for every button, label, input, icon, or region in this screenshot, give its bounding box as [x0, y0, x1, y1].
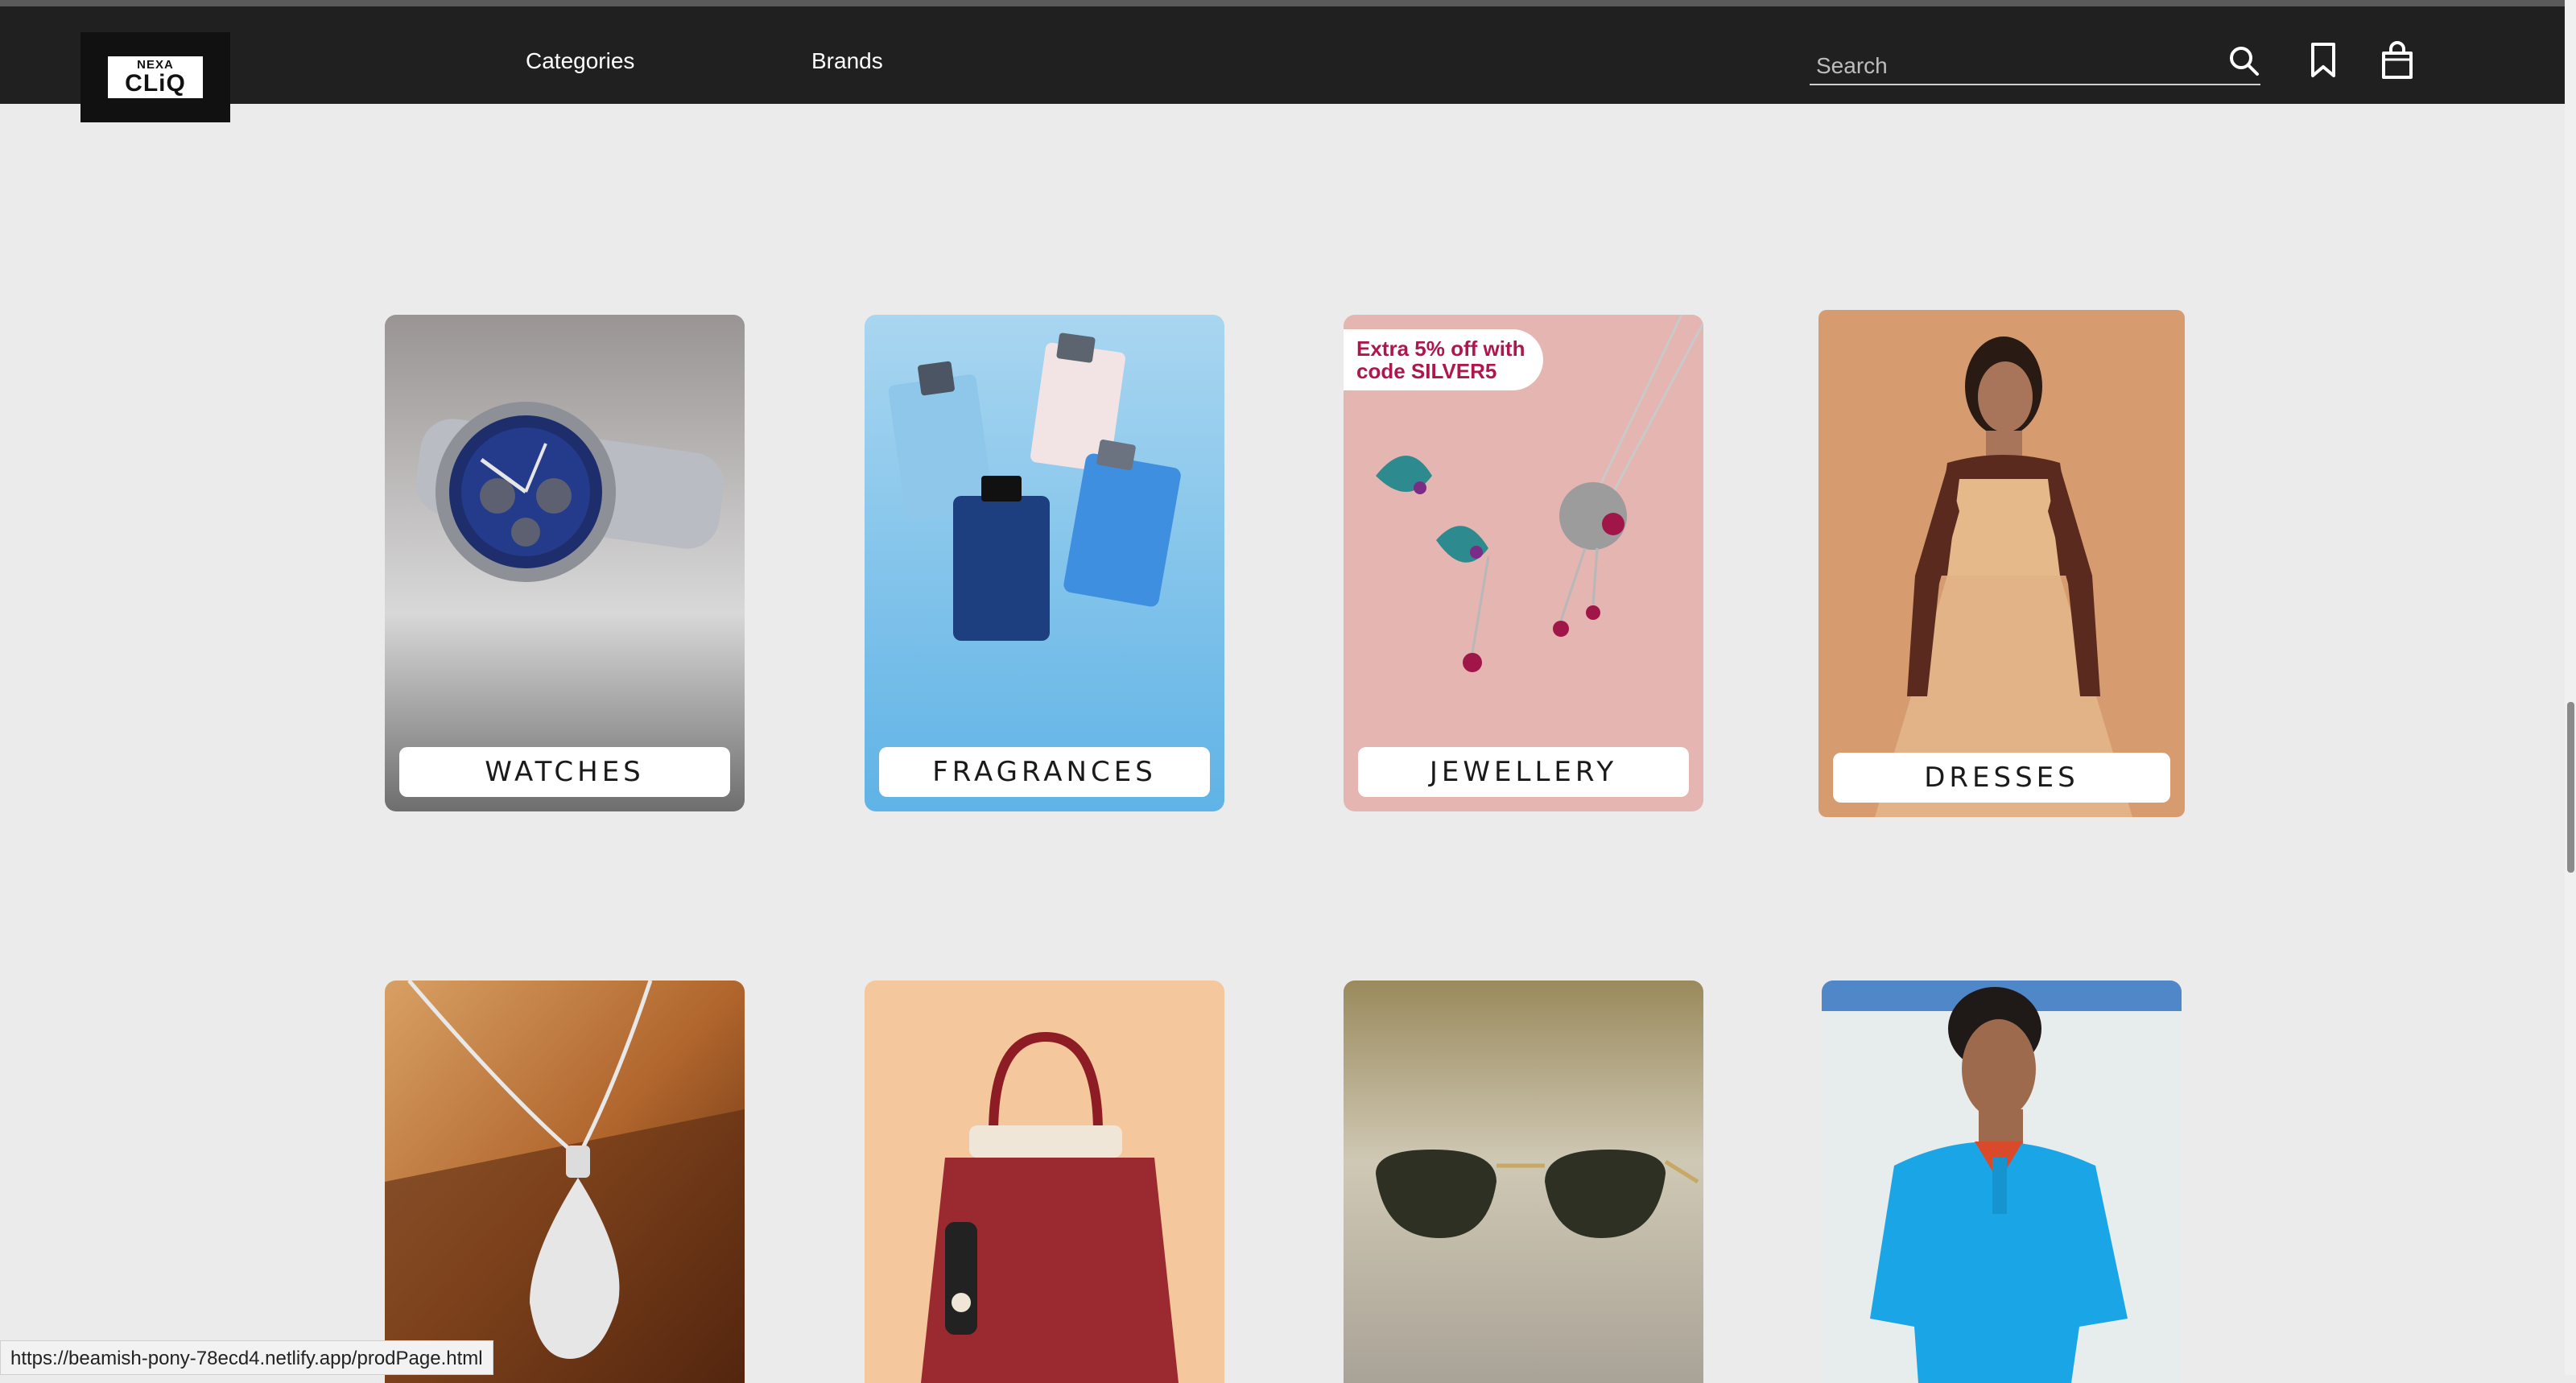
dress-image: [1818, 310, 2185, 817]
category-label-jewellery: JEWELLERY: [1358, 747, 1689, 797]
scrollbar-thumb[interactable]: [2567, 702, 2574, 873]
category-label-fragrances: FRAGRANCES: [879, 747, 1210, 797]
category-card-dresses[interactable]: DRESSES: [1818, 310, 2185, 817]
category-label-dresses: DRESSES: [1833, 753, 2170, 803]
nexa-cliq-logo[interactable]: NEXA CLiQ: [80, 32, 230, 122]
category-card-necklace[interactable]: [385, 980, 745, 1383]
nav-brands-link[interactable]: Brands: [811, 48, 883, 74]
logo-badge: NEXA CLiQ: [105, 54, 205, 101]
promo-badge: Extra 5% off with code SILVER5: [1344, 329, 1543, 390]
shopping-bag-icon[interactable]: [2380, 40, 2415, 81]
category-card-handbags[interactable]: [865, 980, 1224, 1383]
category-card-watches[interactable]: WATCHES: [385, 315, 745, 811]
category-label-watches: WATCHES: [399, 747, 730, 797]
watch-image: [385, 315, 745, 811]
top-navbar: Categories Brands: [0, 6, 2565, 104]
search-bar: [1810, 47, 2260, 85]
status-bar-url: https://beamish-pony-78ecd4.netlify.app/…: [0, 1340, 493, 1375]
category-card-fragrances[interactable]: FRAGRANCES: [865, 315, 1224, 811]
search-input[interactable]: [1814, 50, 2196, 82]
necklace-image: [385, 980, 745, 1383]
category-card-polo-shirts[interactable]: [1822, 980, 2182, 1383]
bookmark-icon[interactable]: [2309, 42, 2338, 79]
scrollbar-track[interactable]: [2565, 0, 2576, 1375]
logo-text-bottom: CLiQ: [125, 70, 186, 97]
search-icon[interactable]: [2227, 43, 2262, 79]
polo-shirt-image: [1822, 980, 2182, 1383]
fragrance-image: [865, 315, 1224, 811]
category-card-jewellery[interactable]: Extra 5% off with code SILVER5 JEWELLERY: [1344, 315, 1703, 811]
window-top-border: [0, 0, 2576, 6]
category-card-sunglasses[interactable]: [1344, 980, 1703, 1383]
handbag-image: [865, 980, 1224, 1383]
sunglasses-image: [1344, 980, 1703, 1383]
main-content: WATCHES FRAGRANCES Extra 5% off with cod…: [0, 0, 2576, 1383]
nav-categories-link[interactable]: Categories: [526, 48, 634, 74]
